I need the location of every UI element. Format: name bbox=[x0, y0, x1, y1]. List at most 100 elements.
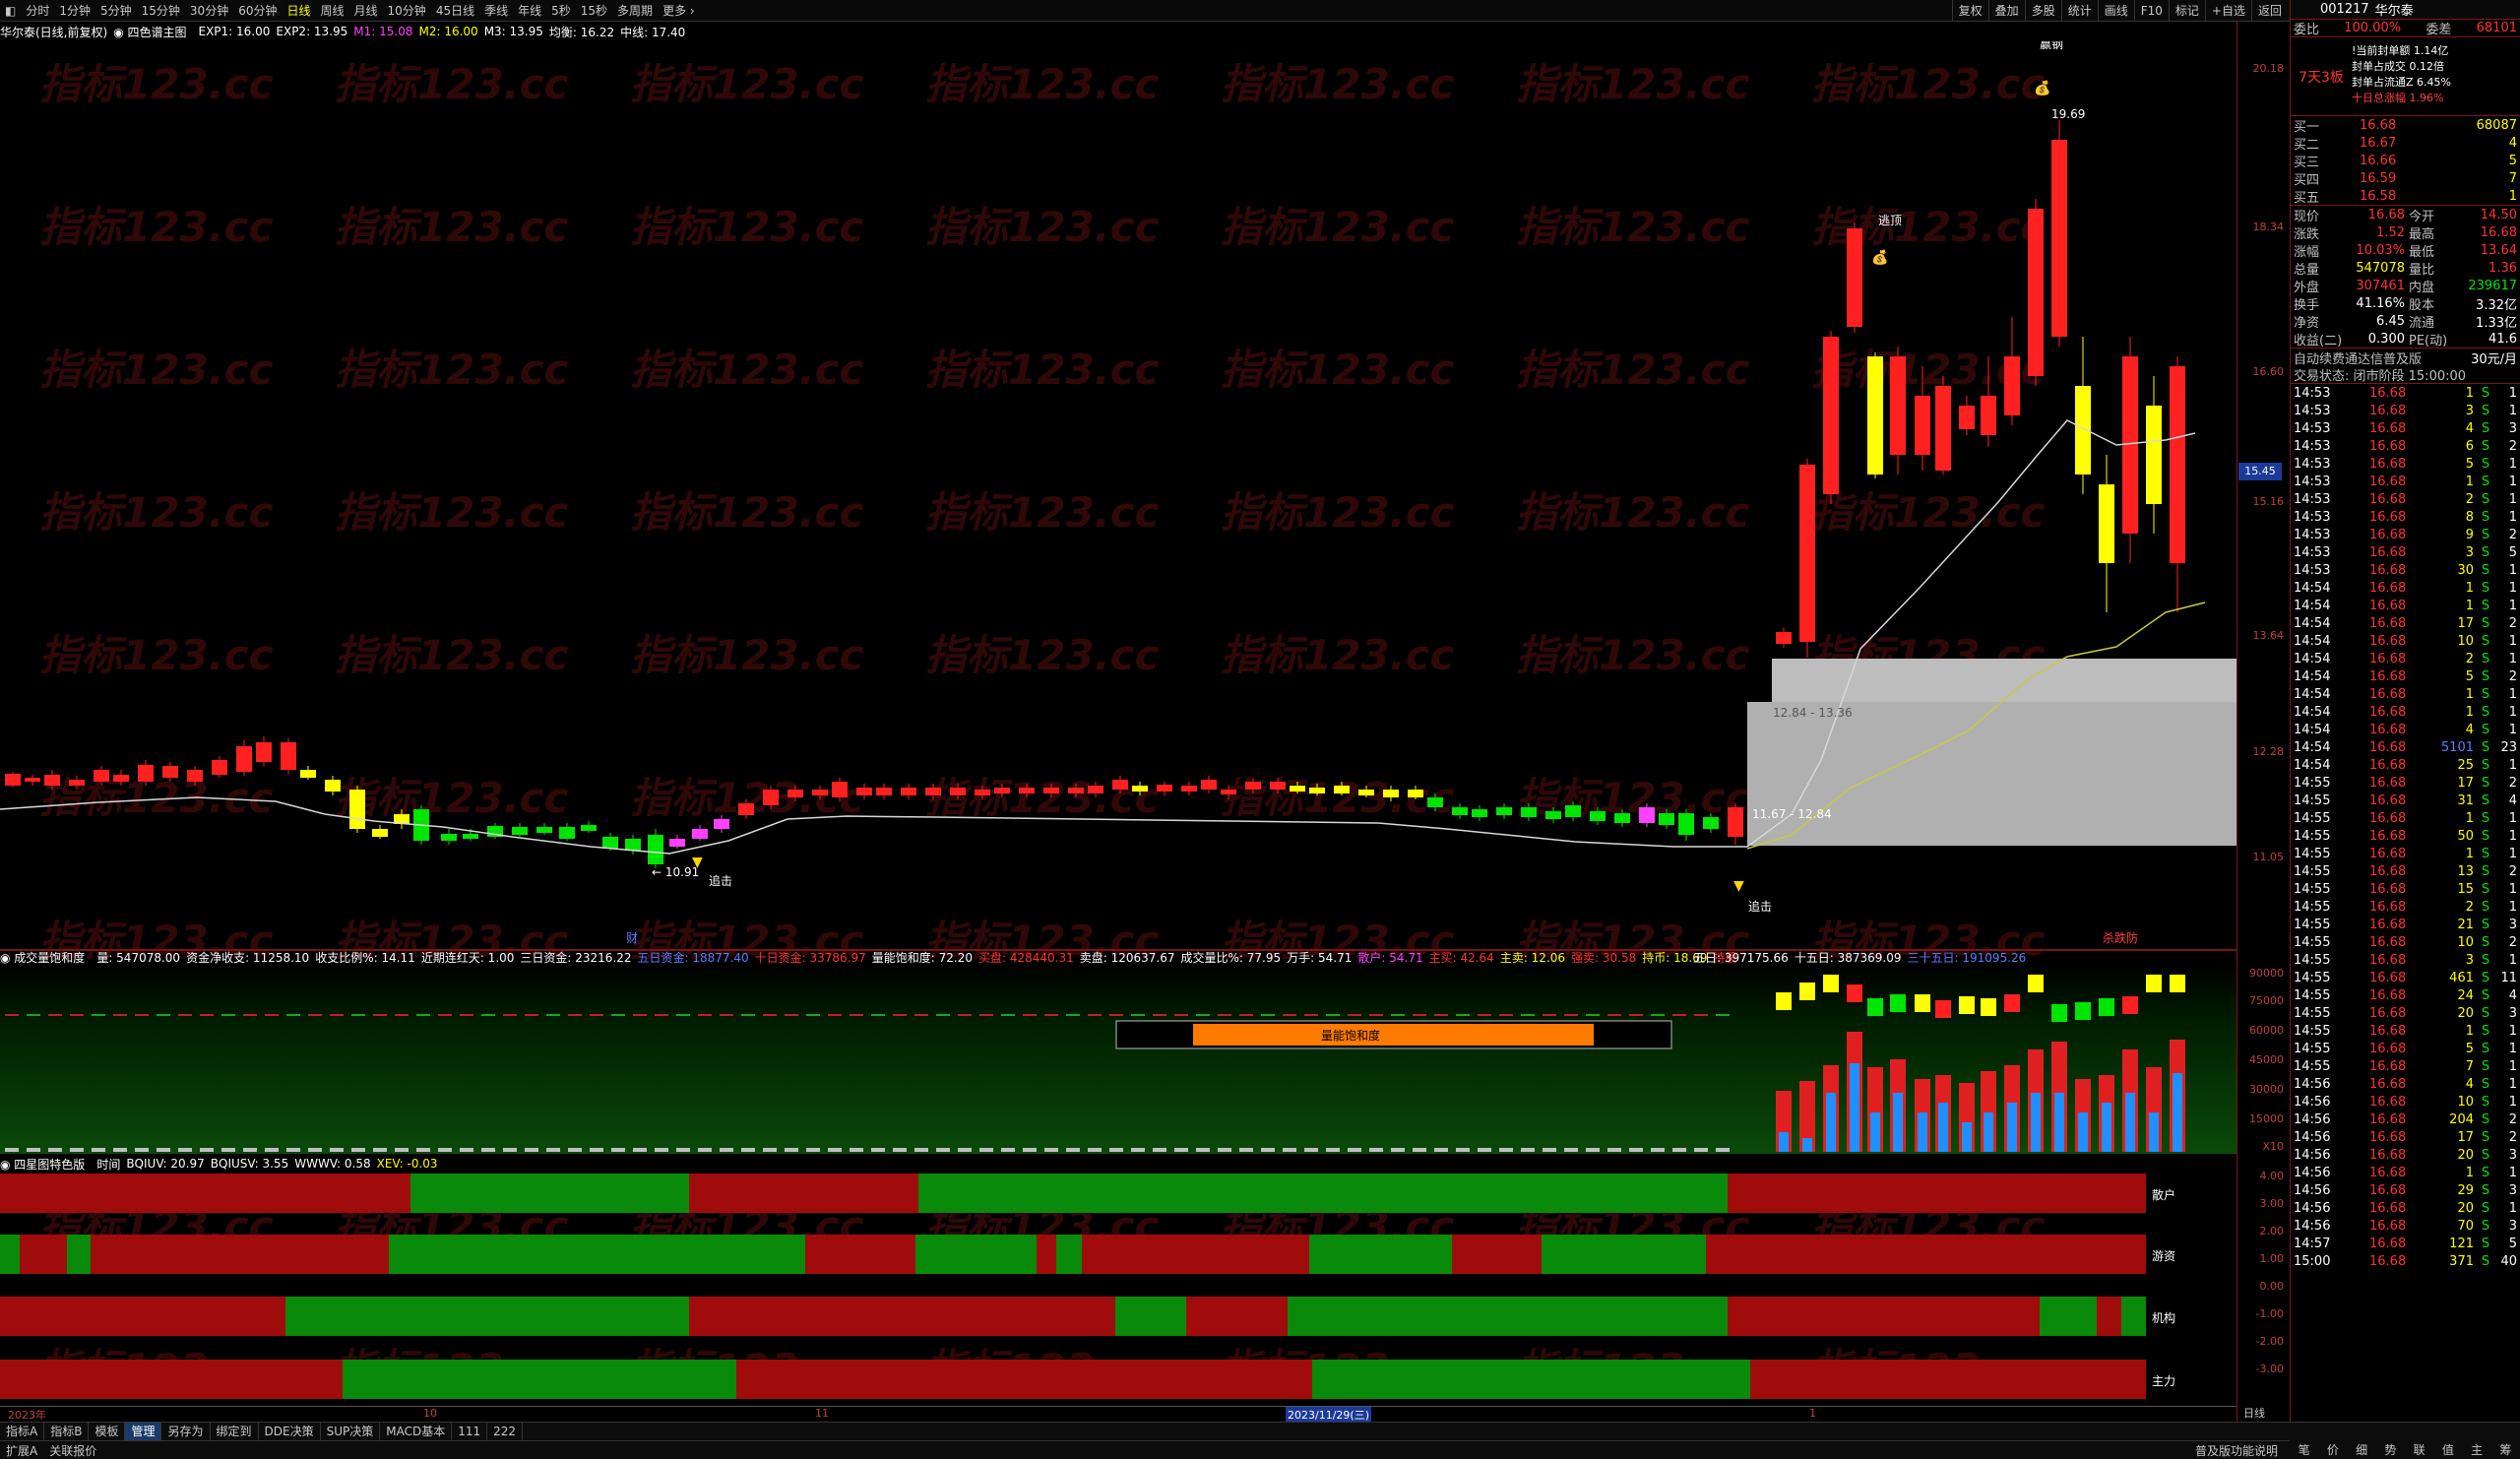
stat-value: 547078 bbox=[2356, 260, 2405, 276]
menu-icon[interactable]: ◧ bbox=[0, 0, 21, 22]
side-view-tab[interactable]: 势 bbox=[2384, 1441, 2396, 1458]
indicator-tab[interactable]: 指标B bbox=[44, 1423, 90, 1440]
date-label-jan: 1 bbox=[1809, 1407, 1816, 1420]
volume-bar bbox=[330, 1014, 344, 1016]
volume-bar bbox=[1434, 1148, 1448, 1152]
volume-bar bbox=[1001, 1014, 1015, 1016]
m3-value: M3: 13.95 bbox=[483, 25, 543, 38]
stat-label: PE(动) bbox=[2409, 333, 2448, 349]
volume-chart[interactable]: 量能饱和度 bbox=[0, 965, 2236, 1154]
tick-price: 16.68 bbox=[2369, 1165, 2407, 1180]
y-tick: 18.34 bbox=[2252, 221, 2285, 233]
tick-row: 14:55 16.68 10 S 2 bbox=[2291, 933, 2520, 951]
indicator-tab[interactable]: 111 bbox=[452, 1423, 488, 1440]
side-view-tab[interactable]: 价 bbox=[2327, 1441, 2339, 1458]
status-help[interactable]: 普及版功能说明 bbox=[2189, 1442, 2284, 1459]
period-tab[interactable]: 多周期 bbox=[612, 0, 658, 22]
tick-count: 1 bbox=[2508, 562, 2517, 578]
period-tab[interactable]: 日线 bbox=[282, 0, 315, 22]
period-tab[interactable]: 1分钟 bbox=[54, 0, 95, 22]
toolbar-action[interactable]: 标记 bbox=[2168, 0, 2205, 22]
indicator-tab[interactable]: 222 bbox=[487, 1423, 524, 1440]
toolbar-action[interactable]: 复权 bbox=[1951, 0, 1988, 22]
tick-time: 14:56 bbox=[2294, 1076, 2331, 1092]
tick-side: S bbox=[2481, 1094, 2490, 1110]
stat-row: 净资 6.45 流通 1.33亿 bbox=[2291, 312, 2520, 331]
tick-count: 3 bbox=[2508, 420, 2517, 436]
volume-bar bbox=[1369, 1014, 1383, 1016]
toolbar-action[interactable]: 叠加 bbox=[1987, 0, 2025, 22]
tick-list[interactable]: 14:53 16.68 1 S 1 14:53 16.68 3 S 1 14:53 16.68 4 S 3 1… bbox=[2291, 384, 2520, 1270]
indicator-tab[interactable]: 绑定到 bbox=[211, 1423, 259, 1440]
volume-bar bbox=[481, 1148, 495, 1152]
volume-bar bbox=[503, 1014, 517, 1016]
volume-bar bbox=[2173, 1073, 2182, 1152]
status-ext[interactable]: 扩展A bbox=[0, 1442, 43, 1459]
period-tab[interactable]: 月线 bbox=[349, 0, 383, 22]
side-view-tab[interactable]: 筹 bbox=[2499, 1441, 2511, 1458]
toolbar-action[interactable]: +自选 bbox=[2204, 0, 2251, 22]
volume-bar bbox=[1261, 1014, 1275, 1016]
toolbar-action[interactable]: 多股 bbox=[2024, 0, 2061, 22]
tick-count: 1 bbox=[2508, 899, 2517, 915]
period-tab[interactable]: 60分钟 bbox=[233, 0, 282, 22]
period-tab[interactable]: 更多 › bbox=[658, 0, 700, 22]
status-quote[interactable]: 关联报价 bbox=[43, 1442, 102, 1459]
indicator-tab[interactable]: 模板 bbox=[89, 1423, 126, 1440]
tick-side: S bbox=[2481, 1041, 2490, 1056]
signal-segment bbox=[67, 1235, 91, 1274]
ind-indicator-name[interactable]: ◉ 四星图特色版 bbox=[0, 1156, 91, 1173]
period-tab[interactable]: 5秒 bbox=[546, 0, 576, 22]
indicator-tab[interactable]: SUP决策 bbox=[321, 1423, 381, 1440]
candlestick-chart[interactable]: 赢钢 💰 19.69 逃顶 💰 ← 10.91 ▼ 追击 ▼ 追击 11.67 … bbox=[0, 41, 2236, 949]
tick-side: S bbox=[2481, 793, 2490, 808]
tick-count: 2 bbox=[2508, 1129, 2517, 1145]
volume-bar bbox=[2075, 1002, 2091, 1020]
period-tab[interactable]: 15分钟 bbox=[137, 0, 185, 22]
side-view-tab[interactable]: 笔 bbox=[2299, 1441, 2310, 1458]
side-view-tab[interactable]: 值 bbox=[2442, 1441, 2454, 1458]
volume-bar bbox=[308, 1014, 322, 1016]
three-day-value: 三日资金: 23216.22 bbox=[520, 950, 632, 965]
vol-indicator-name[interactable]: ◉ 成交量饱和度 bbox=[0, 949, 91, 966]
tick-vol: 4 bbox=[2465, 722, 2474, 737]
volume-bar bbox=[1239, 1148, 1253, 1152]
indicator-name[interactable]: ◉ 四色谱主图 bbox=[113, 24, 192, 40]
indicator-tab[interactable]: DDE决策 bbox=[259, 1423, 321, 1440]
toolbar-action[interactable]: 画线 bbox=[2097, 0, 2134, 22]
side-view-tab[interactable]: 主 bbox=[2471, 1441, 2483, 1458]
period-tab[interactable]: 年线 bbox=[513, 0, 546, 22]
period-tab[interactable]: 10分钟 bbox=[383, 0, 431, 22]
side-view-tab[interactable]: 联 bbox=[2414, 1441, 2426, 1458]
volume-bar bbox=[5, 1148, 19, 1152]
indicator-tab[interactable]: 管理 bbox=[125, 1423, 162, 1440]
period-tab[interactable]: 季线 bbox=[479, 0, 513, 22]
four-star-chart[interactable]: 散户游资机构主力 bbox=[0, 1172, 2236, 1404]
candle-body bbox=[559, 827, 575, 839]
tick-vol: 204 bbox=[2449, 1111, 2474, 1127]
period-tab[interactable]: 周线 bbox=[316, 0, 349, 22]
toolbar-action[interactable]: 统计 bbox=[2060, 0, 2098, 22]
period-tab[interactable]: 45日线 bbox=[431, 0, 479, 22]
indicator-tab[interactable]: MACD基本 bbox=[380, 1423, 453, 1440]
volume-bar bbox=[546, 1148, 560, 1152]
toolbar-action[interactable]: 返回 bbox=[2250, 0, 2288, 22]
stat-value: 1.36 bbox=[2488, 260, 2517, 276]
stat-row: 现价 16.68 今开 14.50 bbox=[2291, 206, 2520, 224]
toolbar-action[interactable]: F10 bbox=[2133, 0, 2169, 22]
side-view-tab[interactable]: 细 bbox=[2356, 1441, 2367, 1458]
five-day-value: 五日资金: 18877.40 bbox=[637, 950, 749, 965]
bid-label: 买一 bbox=[2294, 119, 2320, 135]
period-label[interactable]: 日线 bbox=[2243, 1405, 2265, 1421]
volume-bar bbox=[503, 1148, 517, 1152]
tick-time: 14:54 bbox=[2294, 722, 2331, 737]
period-tab[interactable]: 5分钟 bbox=[95, 0, 137, 22]
period-tab[interactable]: 30分钟 bbox=[185, 0, 233, 22]
period-tab[interactable]: 分时 bbox=[21, 0, 54, 22]
tick-time: 14:55 bbox=[2294, 863, 2331, 879]
indicator-tab[interactable]: 指标A bbox=[0, 1423, 45, 1440]
indicator-tab[interactable]: 另存为 bbox=[161, 1423, 211, 1440]
candle-body bbox=[1981, 396, 1996, 435]
period-tab[interactable]: 15秒 bbox=[576, 0, 612, 22]
tick-count: 1 bbox=[2508, 1200, 2517, 1216]
